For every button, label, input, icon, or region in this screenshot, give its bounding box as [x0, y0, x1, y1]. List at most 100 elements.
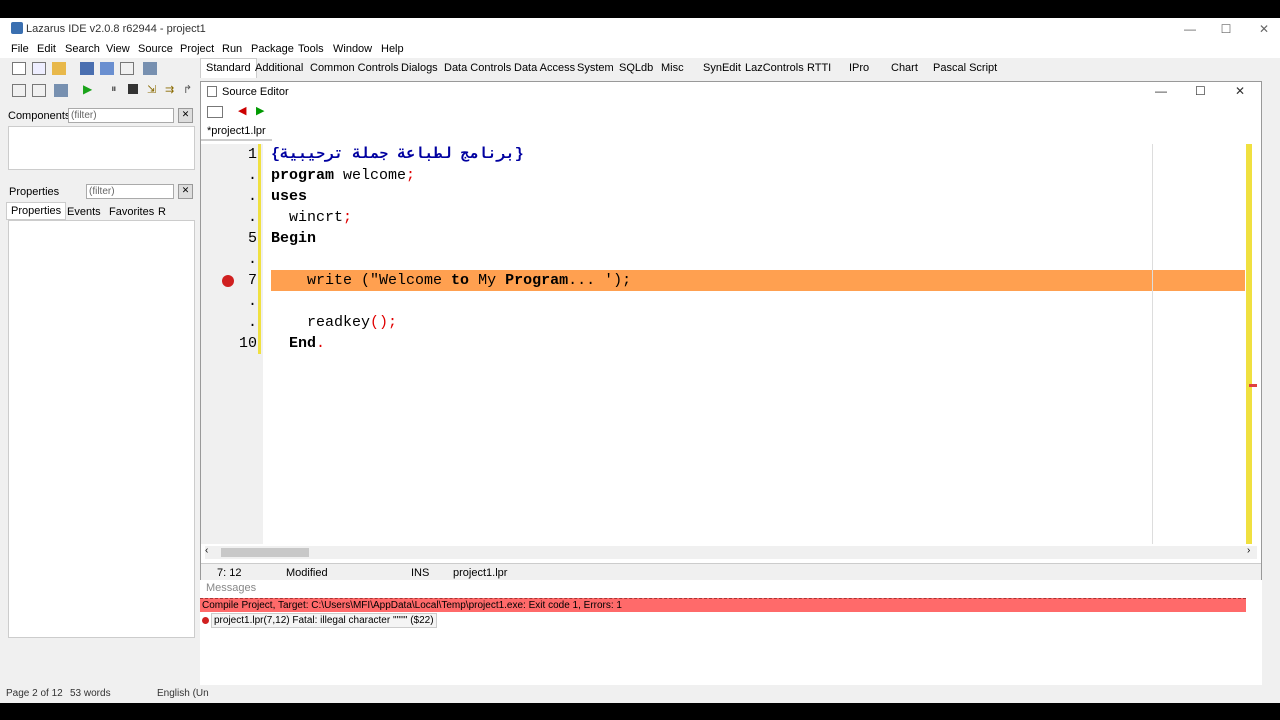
properties-label: Properties: [9, 186, 60, 198]
tab-restricted[interactable]: R: [158, 206, 166, 218]
error-message[interactable]: project1.lpr(7,12) Fatal: illegal charac…: [211, 613, 437, 628]
maximize-icon[interactable]: ☐: [1208, 20, 1244, 38]
tab-properties[interactable]: Properties: [6, 202, 67, 220]
palette-tab-dialogs[interactable]: Dialogs: [401, 62, 438, 74]
line-number: .: [247, 251, 257, 268]
components-tree[interactable]: [8, 126, 195, 170]
stop-icon[interactable]: [128, 84, 138, 94]
line-number: .: [247, 167, 257, 184]
view-units-icon[interactable]: [143, 62, 157, 75]
clear-filter-icon[interactable]: ✕: [178, 108, 193, 123]
menu-run[interactable]: Run: [222, 43, 242, 55]
step-into-icon[interactable]: ⇲: [147, 83, 156, 96]
menu-project[interactable]: Project: [180, 43, 214, 55]
open-icon[interactable]: [52, 62, 66, 75]
palette-tab-pascal-script[interactable]: Pascal Script: [933, 62, 997, 74]
palette-tab-chart[interactable]: Chart: [891, 62, 918, 74]
code-token: My: [469, 272, 506, 289]
editor-gutter: 1 . . . 5 . 7 . . 10: [201, 144, 263, 544]
code-line-5: Begin: [271, 230, 317, 247]
palette-tab-data-access[interactable]: Data Access: [514, 62, 575, 74]
view-forms-icon[interactable]: [12, 84, 26, 97]
build-icon[interactable]: [54, 84, 68, 97]
line-number: .: [247, 314, 257, 331]
clear-properties-filter-icon[interactable]: ✕: [178, 184, 193, 199]
line-number: .: [247, 188, 257, 205]
background-status-bar: Page 2 of 12 53 words English (Un: [0, 685, 1280, 703]
editor-maximize-icon[interactable]: ☐: [1195, 84, 1206, 98]
line-number: 1: [247, 146, 257, 163]
save-all-icon[interactable]: [100, 62, 114, 75]
component-palette: Standard Additional Common Controls Dial…: [200, 58, 1280, 78]
palette-tab-rtti[interactable]: RTTI: [807, 62, 831, 74]
jump-forward-icon[interactable]: ▶: [256, 104, 264, 117]
error-marker-icon[interactable]: [222, 275, 234, 287]
run-icon[interactable]: ▶: [83, 82, 92, 96]
new-file-icon[interactable]: [12, 62, 26, 75]
properties-grid[interactable]: [8, 220, 195, 638]
menu-package[interactable]: Package: [251, 43, 294, 55]
code-line-7: write ("Welcome to My Program... ');: [271, 270, 631, 291]
project-icon[interactable]: [32, 84, 46, 97]
scrollbar-thumb[interactable]: [221, 548, 309, 557]
compile-summary[interactable]: Compile Project, Target: C:\Users\MFI\Ap…: [200, 598, 1246, 612]
code-token: readkey: [271, 314, 371, 331]
source-editor-icon: [207, 86, 217, 97]
step-out-icon[interactable]: ↱: [183, 83, 192, 96]
language: English (Un: [157, 688, 209, 699]
palette-tab-ipro[interactable]: IPro: [849, 62, 869, 74]
menu-tools[interactable]: Tools: [298, 43, 324, 55]
editor-tab-project1[interactable]: *project1.lpr: [201, 123, 272, 141]
menu-file[interactable]: File: [11, 43, 29, 55]
palette-tab-common-controls[interactable]: Common Controls: [310, 62, 399, 74]
tab-events[interactable]: Events: [67, 206, 101, 218]
error-overview-marker: [1249, 384, 1257, 387]
close-icon[interactable]: ✕: [1246, 20, 1280, 38]
right-margin-line: [1152, 144, 1153, 544]
scroll-right-icon[interactable]: ›: [1247, 545, 1250, 556]
menu-search[interactable]: Search: [65, 43, 100, 55]
palette-tab-synedit[interactable]: SynEdit: [703, 62, 741, 74]
code-area[interactable]: {برنامج لطباعة جملة ترحيبية} program wel…: [271, 144, 1245, 544]
palette-tab-additional[interactable]: Additional: [255, 62, 303, 74]
palette-tab-system[interactable]: System: [577, 62, 614, 74]
code-token: End: [271, 335, 317, 352]
palette-tab-misc[interactable]: Misc: [661, 62, 684, 74]
save-icon[interactable]: [80, 62, 94, 75]
palette-tab-lazcontrols[interactable]: LazControls: [745, 62, 804, 74]
code-token: Welcome: [379, 272, 452, 289]
code-token: Program: [505, 272, 569, 289]
tab-favorites[interactable]: Favorites: [109, 206, 154, 218]
code-line-9: readkey();: [271, 312, 397, 333]
menu-source[interactable]: Source: [138, 43, 173, 55]
toggle-form-icon[interactable]: [120, 62, 134, 75]
scroll-left-icon[interactable]: ‹: [205, 545, 208, 556]
menu-edit[interactable]: Edit: [37, 43, 56, 55]
properties-filter-input[interactable]: (filter): [86, 184, 174, 199]
palette-tab-data-controls[interactable]: Data Controls: [444, 62, 511, 74]
pause-icon[interactable]: ⏸: [111, 83, 117, 96]
code-line-1: {برنامج لطباعة جملة ترحيبية}: [271, 146, 524, 163]
step-over-icon[interactable]: ⇉: [165, 83, 174, 96]
palette-tab-sqldb[interactable]: SQLdb: [619, 62, 653, 74]
overview-ruler[interactable]: [1246, 144, 1252, 544]
insert-mode: INS: [411, 567, 430, 579]
palette-tab-standard[interactable]: Standard: [200, 58, 257, 78]
editor-menu-icon[interactable]: [207, 106, 223, 118]
minimize-icon[interactable]: —: [1172, 20, 1208, 38]
menu-help[interactable]: Help: [381, 43, 404, 55]
new-form-icon[interactable]: [32, 62, 46, 75]
code-line-2: program welcome;: [271, 165, 415, 186]
editor-close-icon[interactable]: ✕: [1235, 84, 1245, 98]
menu-view[interactable]: View: [106, 43, 130, 55]
menu-window[interactable]: Window: [333, 43, 372, 55]
code-token: .: [316, 335, 326, 352]
horizontal-scrollbar[interactable]: ‹ ›: [205, 545, 1257, 559]
line-number: 5: [247, 230, 257, 247]
editor-minimize-icon[interactable]: —: [1155, 84, 1167, 98]
components-filter-input[interactable]: (filter): [68, 108, 174, 123]
line-number: .: [247, 293, 257, 310]
messages-window: Messages Compile Project, Target: C:\Use…: [200, 580, 1262, 698]
code-token: ();: [370, 314, 398, 331]
jump-back-icon[interactable]: ◀: [238, 104, 246, 117]
